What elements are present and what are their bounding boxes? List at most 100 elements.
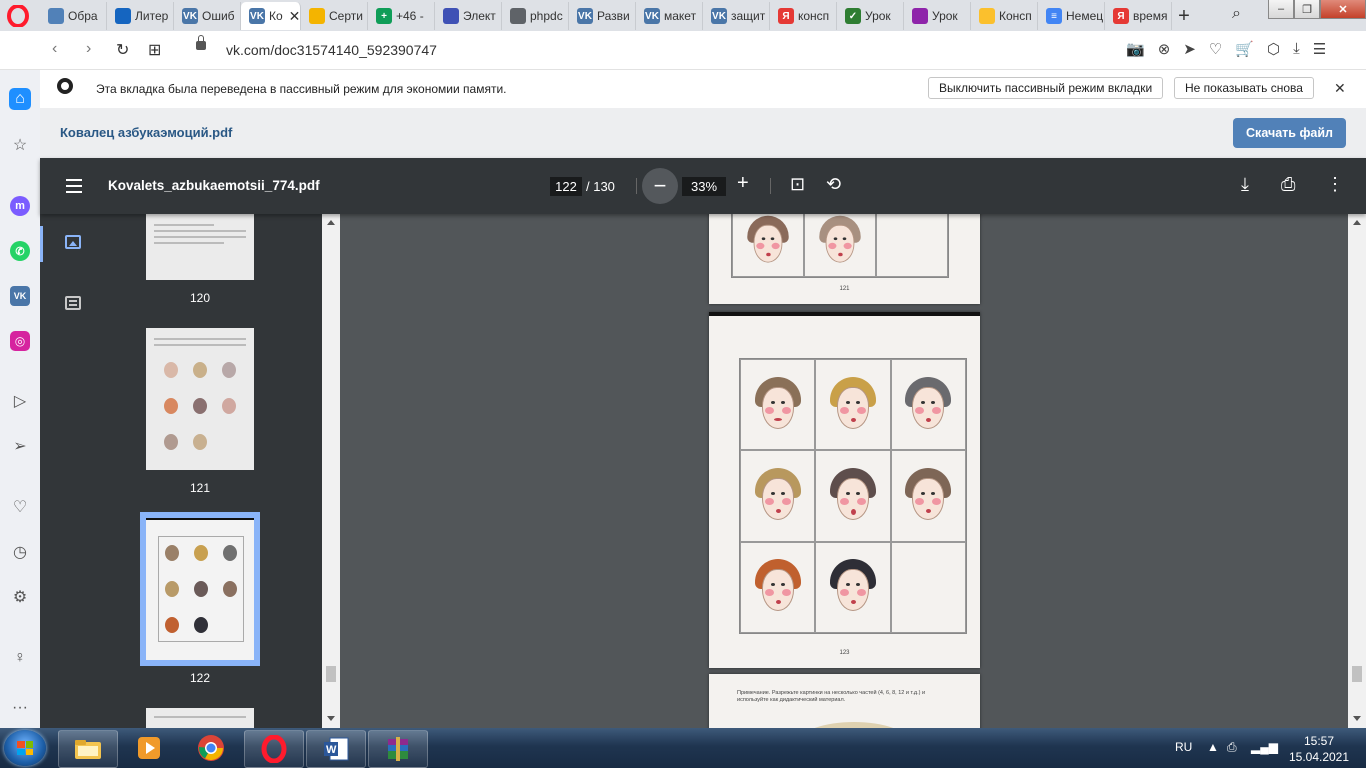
- scroll-down-arrow-icon[interactable]: [1353, 716, 1361, 721]
- scroll-down-arrow-icon[interactable]: [327, 716, 335, 721]
- network-device-icon[interactable]: ⎙: [1227, 740, 1237, 755]
- more-dots-icon[interactable]: ···: [10, 698, 30, 718]
- snapshot-icon[interactable]: 📷: [1126, 40, 1145, 58]
- instagram-icon[interactable]: ◎: [10, 331, 30, 351]
- tab-search-icon[interactable]: ⌕: [1232, 5, 1241, 23]
- scrollbar-thumb[interactable]: [1352, 666, 1362, 682]
- dont-show-again-button[interactable]: Не показывать снова: [1174, 77, 1314, 99]
- browser-tab[interactable]: VK макет: [636, 2, 703, 30]
- page-thumbnail[interactable]: [146, 328, 254, 470]
- page-number-input[interactable]: 122: [550, 177, 582, 196]
- zoom-level-input[interactable]: 33%: [682, 177, 726, 196]
- url-field[interactable]: vk.com/doc31574140_592390747: [226, 42, 437, 58]
- menu-hamburger-icon[interactable]: [66, 179, 82, 193]
- page-scrollbar[interactable]: [1348, 214, 1366, 728]
- page-thumbnail[interactable]: [146, 214, 254, 280]
- whatsapp-icon[interactable]: ✆: [10, 241, 30, 261]
- settings-gear-icon[interactable]: ⚙: [10, 587, 30, 607]
- send-icon[interactable]: ➤: [1183, 40, 1196, 58]
- thumbnail-scrollbar[interactable]: [322, 214, 340, 728]
- download-file-button[interactable]: Скачать файл: [1233, 118, 1346, 148]
- browser-tab[interactable]: VK Ошиб: [174, 2, 241, 30]
- vk-icon[interactable]: VK: [10, 286, 30, 306]
- winrar-taskbar-button[interactable]: [368, 730, 428, 768]
- lock-icon[interactable]: [196, 35, 206, 50]
- rotate-icon[interactable]: ⟲: [826, 174, 841, 195]
- easy-setup-icon[interactable]: ☰: [1313, 40, 1326, 58]
- new-tab-button[interactable]: +: [1172, 2, 1196, 30]
- box-icon[interactable]: ⬡: [1267, 40, 1280, 58]
- page-thumbnail[interactable]: [146, 518, 254, 660]
- pdf-download-icon[interactable]: ⤓: [1241, 174, 1249, 195]
- close-infobar-icon[interactable]: ✕: [1334, 80, 1346, 97]
- back-icon[interactable]: ‹: [52, 40, 57, 58]
- download-icon[interactable]: ⤓: [1293, 40, 1300, 58]
- system-clock[interactable]: 15:57 15.04.2021: [1284, 733, 1354, 765]
- bookmark-heart-icon[interactable]: ♡: [1209, 40, 1222, 58]
- infobar-message: Эта вкладка была переведена в пассивный …: [96, 82, 507, 96]
- browser-tab[interactable]: ✓ Урок: [837, 2, 904, 30]
- browser-tab[interactable]: VK защит: [703, 2, 770, 30]
- home-icon[interactable]: ⌂: [9, 88, 31, 110]
- browser-tab[interactable]: VK Ко ✕: [241, 2, 301, 30]
- tips-bulb-icon[interactable]: ♀: [10, 648, 30, 668]
- scroll-up-arrow-icon[interactable]: [1353, 220, 1361, 225]
- more-options-icon[interactable]: ⋮: [1326, 174, 1344, 195]
- tracker-blocker-icon[interactable]: ⊗: [1158, 40, 1171, 58]
- browser-tab[interactable]: Урок: [904, 2, 971, 30]
- print-icon[interactable]: ⎙: [1281, 174, 1295, 195]
- browser-tab[interactable]: Консп: [971, 2, 1038, 30]
- browser-tab[interactable]: phpdc: [502, 2, 569, 30]
- opera-menu-icon[interactable]: [7, 5, 29, 27]
- page-thumbnail[interactable]: [146, 708, 254, 728]
- opera-taskbar-button[interactable]: [244, 730, 304, 768]
- disable-passive-mode-button[interactable]: Выключить пассивный режим вкладки: [928, 77, 1164, 99]
- browser-tab[interactable]: Литер: [107, 2, 174, 30]
- speed-dial-icon[interactable]: ⊞: [148, 40, 161, 60]
- cart-icon[interactable]: 🛒: [1235, 40, 1254, 58]
- forward-icon[interactable]: ›: [86, 40, 91, 58]
- pdf-page-view[interactable]: 121 123 Примечание. Разрежьте картинки н…: [340, 214, 1348, 728]
- toolbar-divider: [636, 178, 637, 194]
- signal-bars-icon[interactable]: ▂▄▆: [1251, 740, 1278, 754]
- restore-button[interactable]: ❐: [1294, 0, 1320, 19]
- browser-tab[interactable]: Яконсп: [770, 2, 837, 30]
- browser-tab[interactable]: Явремя: [1105, 2, 1172, 30]
- flow-send-icon[interactable]: ➢: [10, 436, 30, 456]
- show-hidden-icons-icon[interactable]: ▲: [1207, 740, 1219, 754]
- browser-tab[interactable]: Элект: [435, 2, 502, 30]
- history-clock-icon[interactable]: ◷: [10, 542, 30, 562]
- browser-tab[interactable]: ≡ Немец: [1038, 2, 1105, 30]
- minimize-button[interactable]: –: [1268, 0, 1294, 19]
- zoom-out-button[interactable]: −: [642, 168, 678, 204]
- thumbnails-tab-icon[interactable]: [65, 235, 81, 249]
- language-indicator[interactable]: RU: [1175, 740, 1192, 754]
- favorites-star-icon[interactable]: ☆: [10, 135, 30, 155]
- close-tab-icon[interactable]: ✕: [289, 8, 300, 25]
- pinboard-heart-icon[interactable]: ♡: [10, 497, 30, 517]
- document-title-link[interactable]: Ковалец азбукаэмоций.pdf: [60, 125, 232, 140]
- scrollbar-thumb[interactable]: [326, 666, 336, 682]
- word-taskbar-button[interactable]: W: [306, 730, 366, 768]
- media-player-taskbar-button[interactable]: [120, 730, 178, 766]
- outline-tab-icon[interactable]: [65, 296, 81, 310]
- messenger-icon[interactable]: m: [10, 196, 30, 216]
- bookmark-shield-icon: [115, 8, 131, 24]
- reload-icon[interactable]: ↻: [116, 40, 129, 60]
- browser-tab[interactable]: Обра: [40, 2, 107, 30]
- close-window-button[interactable]: ✕: [1320, 0, 1366, 19]
- player-icon[interactable]: ▷: [10, 391, 30, 411]
- browser-tab[interactable]: + +46 -: [368, 2, 435, 30]
- explorer-taskbar-button[interactable]: [58, 730, 118, 768]
- folder-icon: [75, 740, 101, 759]
- page-number: 121: [839, 286, 850, 292]
- check-icon: ✓: [845, 8, 861, 24]
- browser-tab[interactable]: VK Разви: [569, 2, 636, 30]
- start-button[interactable]: [4, 730, 46, 766]
- fit-to-page-icon[interactable]: ⊡: [790, 174, 805, 195]
- tab-title: Урок: [932, 9, 958, 23]
- chrome-taskbar-button[interactable]: [182, 730, 240, 766]
- scroll-up-arrow-icon[interactable]: [327, 220, 335, 225]
- zoom-in-button[interactable]: +: [737, 172, 749, 195]
- browser-tab[interactable]: Серти: [301, 2, 368, 30]
